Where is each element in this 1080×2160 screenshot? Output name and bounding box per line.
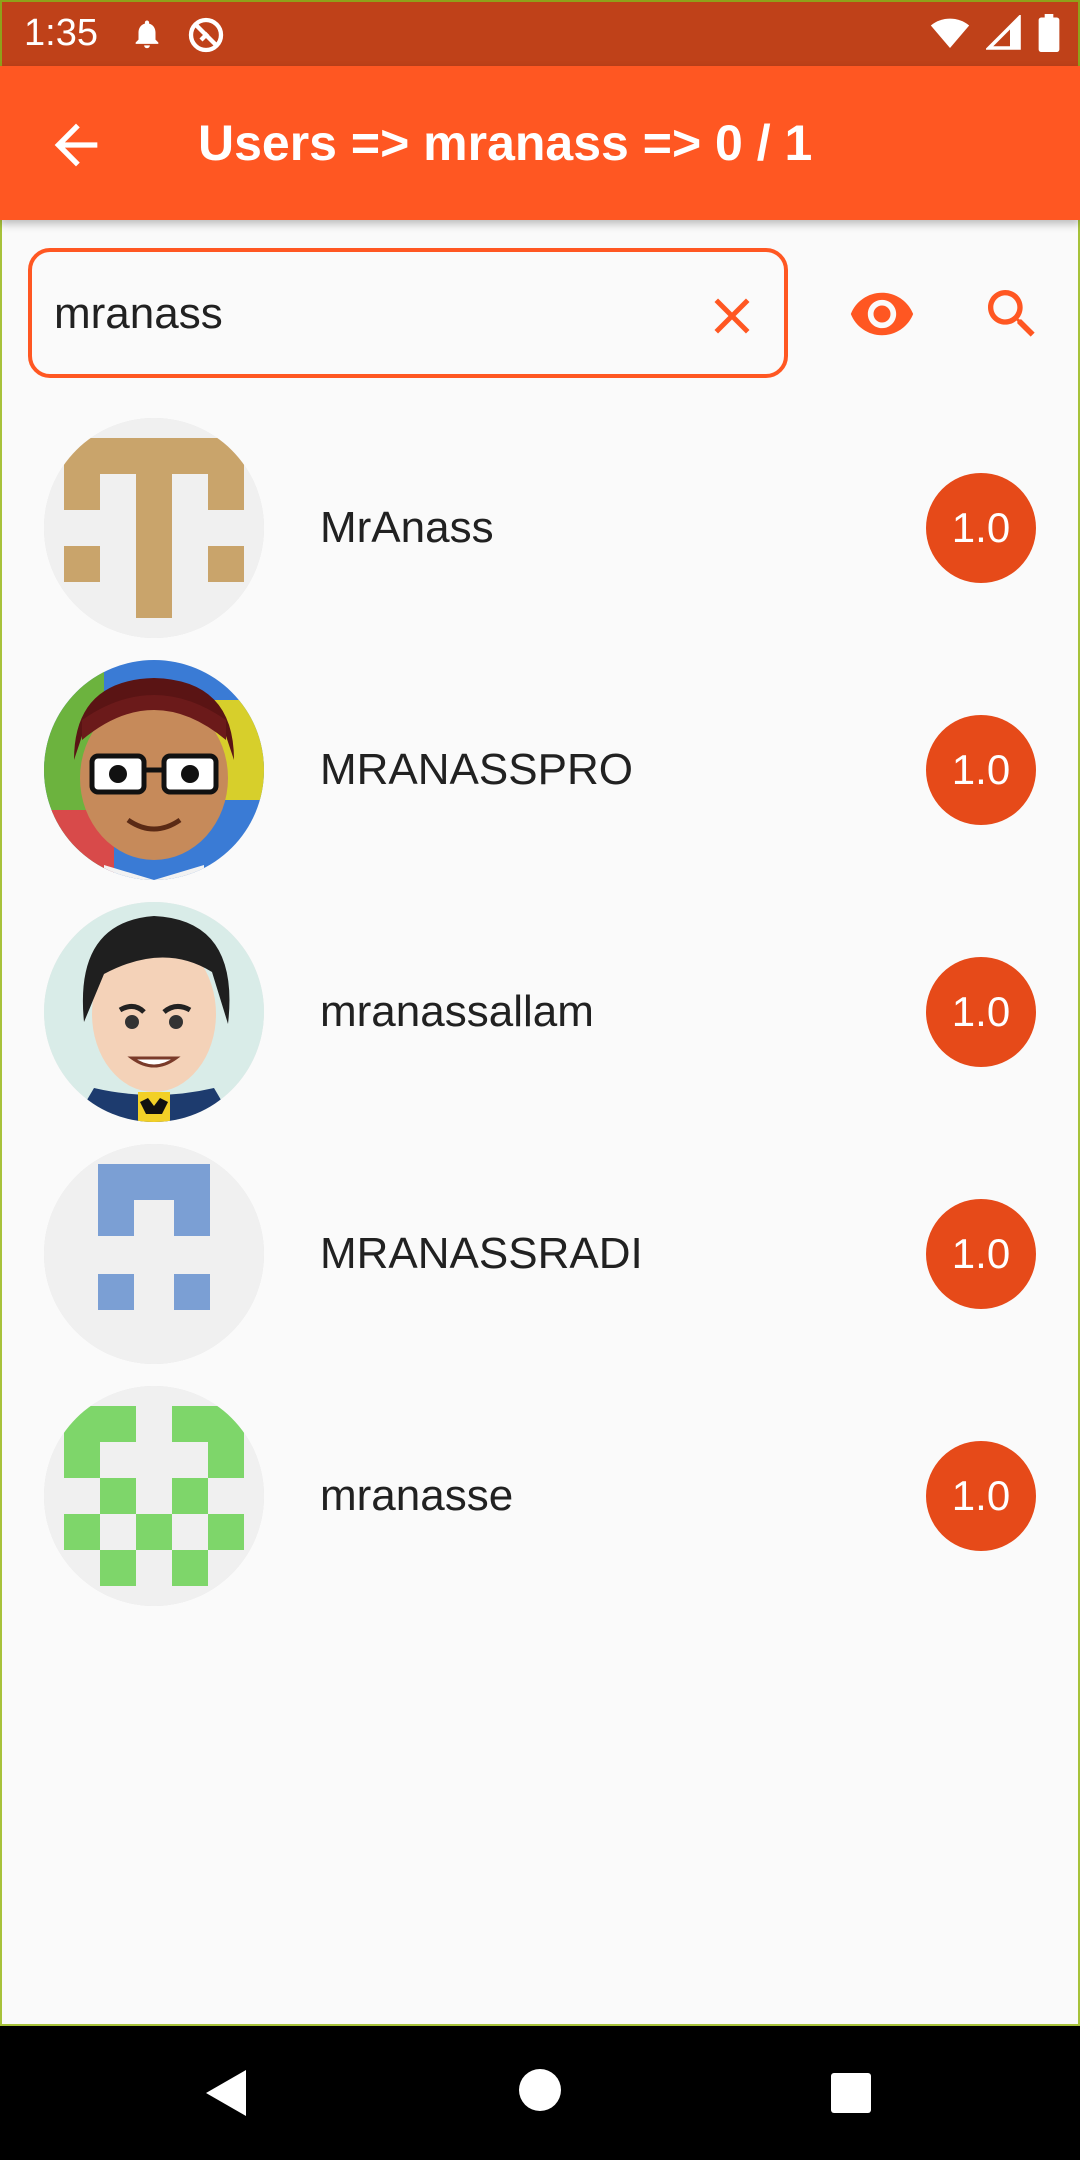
avatar: [44, 1144, 264, 1364]
battery-icon: [1038, 14, 1060, 57]
search-icon: [988, 290, 1035, 337]
nav-back-icon: [206, 2070, 246, 2116]
user-name: MRANASSPRO: [320, 745, 633, 794]
navigation-bar: [0, 2026, 1080, 2160]
arrow-back-icon: [54, 123, 98, 167]
toggle-visibility-button[interactable]: [848, 284, 916, 344]
eye-icon: [850, 292, 914, 336]
list-item[interactable]: mranasse 1.0: [0, 1386, 1080, 1628]
avatar: [44, 1386, 264, 1606]
user-name: MRANASSRADI: [320, 1229, 643, 1278]
avatar: [44, 660, 264, 880]
list-item[interactable]: MrAnass 1.0: [0, 418, 1080, 660]
avatar: [44, 418, 264, 638]
nav-recents-button[interactable]: [830, 2072, 872, 2119]
score-badge: 1.0: [926, 715, 1036, 825]
wifi-icon: [930, 16, 970, 55]
status-time: 1:35: [24, 12, 98, 54]
back-button[interactable]: [44, 113, 108, 177]
user-name: mranassallam: [320, 987, 594, 1036]
user-list: MrAnass 1.0 MRANASSPRO 1.0 mranassallam …: [0, 418, 1080, 1628]
status-bar: 1:35: [0, 0, 1080, 66]
score-badge: 1.0: [926, 473, 1036, 583]
page-title: Users => mranass => 0 / 1: [198, 115, 813, 171]
list-item[interactable]: mranassallam 1.0: [0, 902, 1080, 1144]
search-input[interactable]: [54, 282, 654, 346]
search-field[interactable]: [28, 248, 788, 378]
list-item[interactable]: MRANASSPRO 1.0: [0, 660, 1080, 902]
avatar: [44, 902, 264, 1122]
close-icon: [714, 298, 750, 334]
user-name: MrAnass: [320, 503, 494, 552]
bell-icon: [130, 15, 164, 60]
score-badge: 1.0: [926, 957, 1036, 1067]
signal-icon: [984, 13, 1022, 56]
score-badge: 1.0: [926, 1441, 1036, 1551]
nav-recents-icon: [831, 2073, 871, 2113]
do-not-disturb-icon: [186, 15, 226, 60]
list-item[interactable]: MRANASSRADI 1.0: [0, 1144, 1080, 1386]
search-button[interactable]: [980, 282, 1044, 346]
nav-home-button[interactable]: [518, 2068, 562, 2117]
user-name: mranasse: [320, 1471, 514, 1520]
nav-home-icon: [519, 2069, 561, 2111]
app-bar: Users => mranass => 0 / 1: [0, 66, 1080, 220]
clear-search-button[interactable]: [702, 286, 762, 346]
nav-back-button[interactable]: [204, 2068, 248, 2123]
score-badge: 1.0: [926, 1199, 1036, 1309]
